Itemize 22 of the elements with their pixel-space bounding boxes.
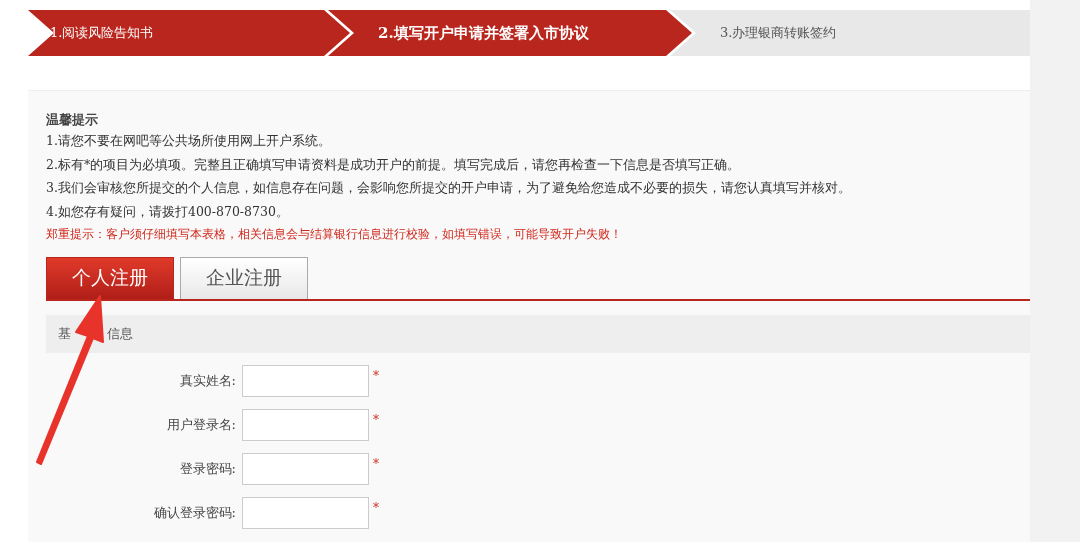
input-field[interactable] [242, 408, 369, 441]
field-label: 用户登录名: [165, 415, 237, 434]
tab[interactable]: 个人注册 [46, 256, 174, 299]
notice-text: 2.标有*的项目为必填项。完整且正确填写申请资料是成功开户的前提。填写完成后，请您再检查一下信息是否填写正确。 [46, 155, 742, 174]
required-mark: * [373, 368, 379, 383]
section-title: 信息 [107, 324, 133, 343]
field-label: 确认登录密码: [152, 503, 237, 522]
required-mark: * [373, 500, 379, 515]
notice-text: 3.我们会审核您所提交的个人信息，如信息存在问题，会影响您所提交的开户申请，为了避免给您造成不必要的损失，请您认真填写并核对。 [46, 179, 852, 197]
tab[interactable]: 企业注册 [180, 256, 308, 299]
notice-text: 4.如您存有疑问，请拨打400-870-8730。 [46, 202, 290, 221]
notice-text: 1.请您不要在网吧等公共场所使用网上开户系统。 [46, 132, 332, 150]
field-label: 真实姓名: [178, 371, 237, 390]
field-label: 登录密码: [178, 459, 237, 478]
section-title: 基 [58, 324, 71, 343]
input-field[interactable] [242, 364, 369, 397]
notice-title: 温馨提示 [46, 111, 99, 129]
warning-text: 郑重提示：客户须仔细填写本表格，相关信息会与结算银行信息进行校验，如填写错误，可能导致开户失败！ [46, 226, 623, 243]
required-mark: * [373, 456, 379, 471]
required-mark: * [373, 412, 379, 427]
input-field[interactable] [242, 452, 369, 485]
input-field[interactable] [242, 496, 369, 529]
